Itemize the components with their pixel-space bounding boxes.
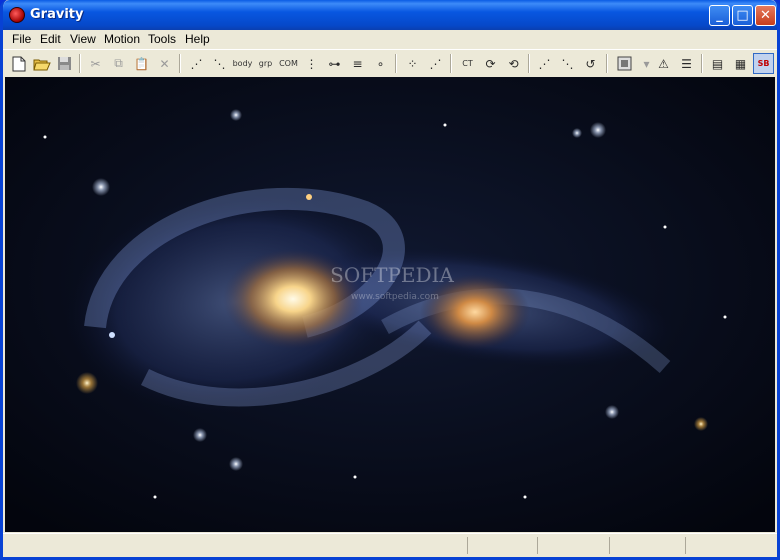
- paste-icon[interactable]: 📋: [131, 53, 152, 74]
- app-icon[interactable]: [9, 7, 25, 23]
- warning-icon[interactable]: ⚠: [653, 53, 674, 74]
- scatter-tool-icon[interactable]: ⁘: [402, 53, 423, 74]
- delete-icon[interactable]: ✕: [154, 53, 175, 74]
- watermark-logo: SOFTPEDIA: [330, 263, 454, 287]
- menu-edit[interactable]: Edit: [40, 32, 61, 46]
- menu-view[interactable]: View: [70, 32, 96, 46]
- title-bar[interactable]: Gravity _ □ ✕: [3, 0, 777, 30]
- simulation-canvas[interactable]: SOFTPEDIA www.softpedia.com: [5, 77, 775, 532]
- toolbar-separator: [528, 54, 530, 73]
- toolbar: ✂ ⧉ 📋 ✕ ⋰ ⋱ body grp COM ⋮ ⊶ ≡ ∘ ⁘ ⋰ CT …: [3, 49, 777, 77]
- open-folder-icon[interactable]: [31, 53, 52, 74]
- properties-icon[interactable]: ☰: [676, 53, 697, 74]
- status-cell: [467, 537, 538, 554]
- app-window: Gravity _ □ ✕ File Edit View Motion Tool…: [0, 0, 780, 560]
- toolbar-separator: [450, 54, 452, 73]
- galaxy-image: SOFTPEDIA www.softpedia.com: [5, 77, 775, 532]
- save-icon[interactable]: [54, 53, 75, 74]
- run-motion-icon[interactable]: ⋰: [534, 53, 555, 74]
- collision-tool-icon[interactable]: ⊶: [324, 53, 345, 74]
- status-bar: [3, 533, 777, 557]
- text-view-icon[interactable]: ▤: [707, 53, 728, 74]
- center-tool-icon[interactable]: CT: [457, 53, 478, 74]
- toolbar-separator: [606, 54, 608, 73]
- force-tool-icon[interactable]: ⋱: [209, 53, 230, 74]
- menu-file[interactable]: File: [12, 32, 31, 46]
- new-file-icon[interactable]: [8, 53, 29, 74]
- orbit-tool-icon[interactable]: ∘: [370, 53, 391, 74]
- velocity-tool-icon[interactable]: ⋰: [186, 53, 207, 74]
- grid-view-icon[interactable]: ▦: [730, 53, 751, 74]
- menu-help[interactable]: Help: [185, 32, 210, 46]
- group-tool-icon[interactable]: grp: [255, 53, 276, 74]
- menu-motion[interactable]: Motion: [104, 32, 140, 46]
- toolbar-separator: [701, 54, 703, 73]
- copy-icon[interactable]: ⧉: [108, 53, 129, 74]
- status-cell: [685, 537, 776, 554]
- window-title: Gravity: [30, 7, 84, 22]
- minimize-button[interactable]: _: [709, 5, 730, 26]
- menu-tools[interactable]: Tools: [148, 32, 176, 46]
- center-of-mass-icon[interactable]: COM: [278, 53, 299, 74]
- watermark-url: www.softpedia.com: [351, 292, 439, 302]
- toolbar-separator: [395, 54, 397, 73]
- status-cell: [537, 537, 610, 554]
- trajectory-tool-icon[interactable]: ⋮: [301, 53, 322, 74]
- sb-tool-button[interactable]: SB: [753, 53, 774, 74]
- menu-bar: File Edit View Motion Tools Help: [3, 30, 777, 49]
- reverse-rotate-icon[interactable]: ⟲: [503, 53, 524, 74]
- toolbar-separator: [179, 54, 181, 73]
- rotate-icon[interactable]: ⟳: [480, 53, 501, 74]
- status-cell: [609, 537, 686, 554]
- cut-icon[interactable]: ✂: [85, 53, 106, 74]
- step-motion-icon[interactable]: ⋱: [557, 53, 578, 74]
- zoom-tool-icon[interactable]: ⋰: [425, 53, 446, 74]
- reset-motion-icon[interactable]: ↺: [580, 53, 601, 74]
- toolbar-separator: [79, 54, 81, 73]
- view-frame-icon[interactable]: [614, 53, 635, 74]
- close-button[interactable]: ✕: [755, 5, 776, 26]
- body-tool-icon[interactable]: body: [232, 53, 253, 74]
- maximize-button[interactable]: □: [732, 5, 753, 26]
- sort-tool-icon[interactable]: ≡: [347, 53, 368, 74]
